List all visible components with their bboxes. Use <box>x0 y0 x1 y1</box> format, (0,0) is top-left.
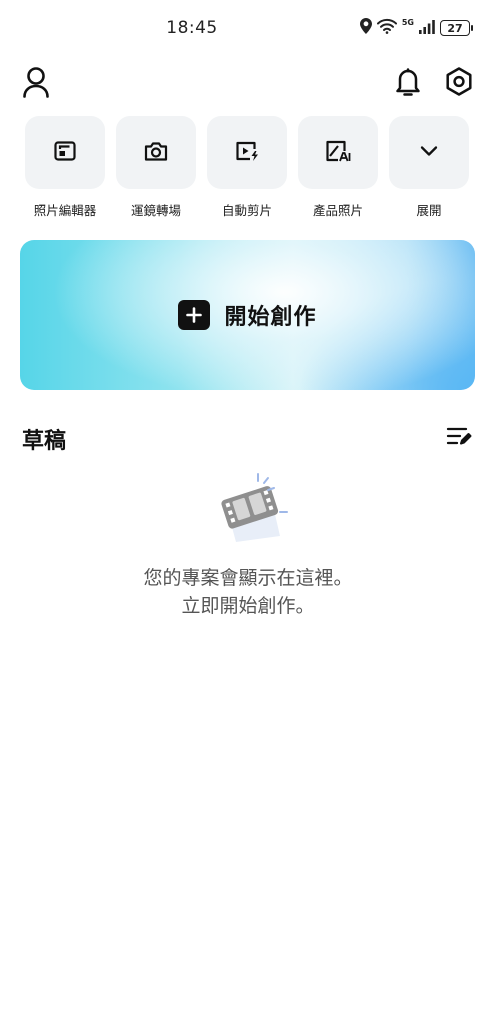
tool-product-photo[interactable]: 產品照片 <box>298 116 378 219</box>
chevron-down-icon <box>418 143 440 162</box>
auto-cut-icon <box>234 139 260 167</box>
tool-label: 照片編輯器 <box>33 203 97 218</box>
start-create-label: 開始創作 <box>224 305 317 330</box>
user-icon <box>22 66 50 102</box>
tool-label: 展開 <box>416 203 442 218</box>
tool-tile <box>207 116 287 189</box>
start-create-button[interactable]: 開始創作 <box>20 240 475 390</box>
status-time: 18:45 <box>166 18 218 38</box>
settings-button[interactable] <box>442 66 476 102</box>
tool-photo-editor[interactable]: 照片編輯器 <box>25 116 105 219</box>
tool-label: 運鏡轉場 <box>130 203 181 218</box>
tool-tile <box>25 116 105 189</box>
tool-label: 自動剪片 <box>221 203 272 218</box>
edit-list-icon <box>446 425 474 451</box>
empty-line-2: 立即開始創作。 <box>181 595 315 617</box>
status-icons: 5G 27 <box>359 18 473 38</box>
bell-icon <box>394 66 422 102</box>
plus-icon <box>178 300 211 330</box>
tool-tile <box>116 116 196 189</box>
battery-level: 27 <box>447 21 463 35</box>
wifi-icon <box>376 18 397 38</box>
film-strip-icon <box>210 470 292 542</box>
drafts-manage-button[interactable] <box>446 426 474 450</box>
notifications-button[interactable] <box>392 66 424 102</box>
battery-icon: 27 <box>440 20 473 36</box>
quick-tools: 照片編輯器 運鏡轉場 自動剪片 產品照片 展開 <box>25 116 469 219</box>
tool-auto-cut[interactable]: 自動剪片 <box>207 116 287 219</box>
tool-tile <box>389 116 469 189</box>
photo-editor-icon <box>53 139 77 167</box>
network-type-label: 5G <box>401 18 414 27</box>
drafts-empty-message: 您的專案會顯示在這裡。 立即開始創作。 <box>0 564 496 620</box>
location-icon <box>359 18 372 38</box>
signal-icon <box>419 19 435 38</box>
tool-camera-transition[interactable]: 運鏡轉場 <box>116 116 196 219</box>
tool-expand[interactable]: 展開 <box>389 116 469 219</box>
profile-button[interactable] <box>20 66 52 102</box>
app-screen: 18:45 5G 27 照片編輯器 運鏡轉場 自動剪片 產品照片 展開 開始創作… <box>0 0 496 1024</box>
ai-product-photo-icon <box>324 139 352 167</box>
tool-label: 產品照片 <box>312 203 363 218</box>
status-bar: 18:45 5G 27 <box>0 0 496 60</box>
top-bar <box>0 66 496 106</box>
camera-icon <box>143 139 169 167</box>
drafts-title: 草稿 <box>22 429 67 454</box>
tool-tile <box>298 116 378 189</box>
settings-hexagon-icon <box>444 66 474 102</box>
empty-line-1: 您的專案會顯示在這裡。 <box>143 567 353 589</box>
